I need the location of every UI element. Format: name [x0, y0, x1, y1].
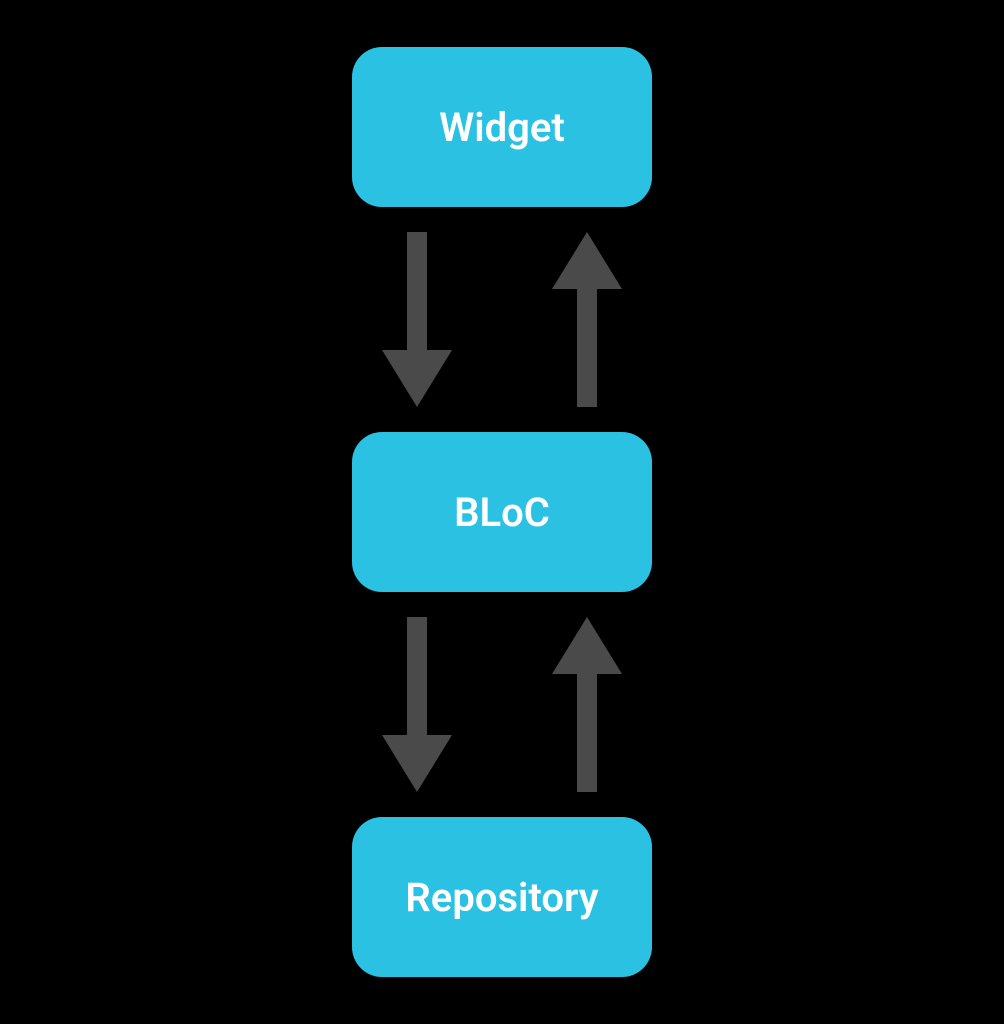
arrow-up-icon	[552, 617, 622, 792]
architecture-diagram: Widget BLoC Repository	[352, 47, 652, 977]
bloc-label: BLoC	[454, 489, 550, 536]
arrow-pair-top	[382, 207, 622, 432]
arrow-down-icon	[382, 617, 452, 792]
widget-label: Widget	[439, 104, 565, 151]
arrow-up-icon	[552, 232, 622, 407]
widget-node: Widget	[352, 47, 652, 207]
repository-node: Repository	[352, 817, 652, 977]
bloc-node: BLoC	[352, 432, 652, 592]
arrow-down-icon	[382, 232, 452, 407]
repository-label: Repository	[405, 874, 598, 921]
arrow-pair-bottom	[382, 592, 622, 817]
